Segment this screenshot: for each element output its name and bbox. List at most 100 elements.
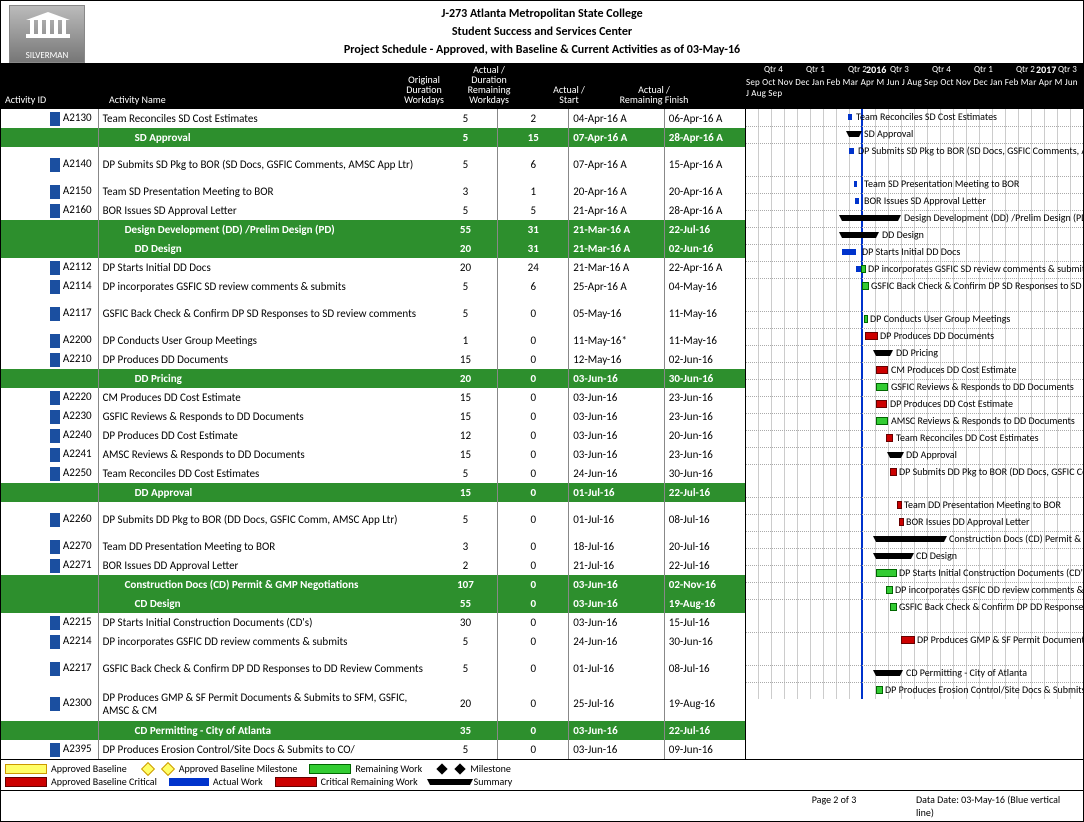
legend-milestone: Milestone bbox=[470, 762, 511, 775]
col-rem-start: Actual / Start bbox=[523, 83, 615, 107]
table-row: A2230GSFIC Reviews & Responds to DD Docu… bbox=[1, 407, 746, 426]
gantt-row: DP Conducts User Group Meetings bbox=[746, 311, 1083, 329]
gantt-label: DD Pricing bbox=[896, 346, 938, 359]
table-row: A2140DP Submits SD Pkg to BOR (SD Docs, … bbox=[1, 147, 746, 182]
gantt-row: DP Produces Erosion Control/Site Docs & … bbox=[746, 682, 1083, 699]
gantt-bar bbox=[876, 553, 911, 559]
gantt-label: DP Submits SD Pkg to BOR (SD Docs, GSFIC… bbox=[858, 144, 1083, 157]
section-row: Construction Docs (CD) Permit & GMP Nego… bbox=[1, 575, 746, 594]
gantt-label: CD Permitting - City of Atlanta bbox=[906, 666, 1027, 679]
gantt-row: Team Reconciles SD Cost Estimates bbox=[746, 109, 1083, 127]
legend-crit-remain: Critical Remaining Work bbox=[321, 775, 418, 788]
gantt-bar bbox=[861, 265, 866, 273]
table-row: A2114DP incorporates GSFIC SD review com… bbox=[1, 277, 746, 296]
column-header: Activity ID Activity Name Original Durat… bbox=[1, 63, 1083, 109]
gantt-row: DD Design bbox=[746, 227, 1083, 245]
diamond-milestone bbox=[437, 763, 448, 774]
table-row: A2395DP Produces Erosion Control/Site Do… bbox=[1, 740, 746, 759]
swatch-remaining bbox=[309, 764, 351, 774]
gantt-row: BOR Issues SD Approval Letter bbox=[746, 193, 1083, 211]
table-row: A2210DP Produces DD Documents15012-May-1… bbox=[1, 350, 746, 369]
gantt-label: GSFIC Reviews & Responds to DD Documents bbox=[891, 380, 1074, 393]
page: SILVERMAN J-273 Atlanta Metropolitan Sta… bbox=[0, 0, 1084, 822]
gantt-bar bbox=[886, 434, 893, 442]
legend-remaining: Remaining Work bbox=[355, 762, 422, 775]
table-row: A2270Team DD Presentation Meeting to BOR… bbox=[1, 537, 746, 556]
qtr: Qtr 1 bbox=[806, 64, 825, 75]
table-row: A2271BOR Issues DD Approval Letter2021-J… bbox=[1, 556, 746, 575]
gantt-label: Team DD Presentation Meeting to BOR bbox=[904, 498, 1061, 511]
gantt-row: DP Submits DD Pkg to BOR (DD Docs, GSFIC… bbox=[746, 464, 1083, 498]
data-date-label: Data Date: 03-May-16 (Blue vertical line… bbox=[910, 791, 1083, 821]
gantt-row: AMSC Reviews & Responds to DD Documents bbox=[746, 413, 1083, 431]
gantt-row: Team DD Presentation Meeting to BOR bbox=[746, 497, 1083, 515]
legend-summary: Summary bbox=[474, 775, 513, 788]
gantt-row: Construction Docs (CD) Permit & GMP N bbox=[746, 531, 1083, 549]
section-row: CD Permitting - City of Atlanta35003-Jun… bbox=[1, 721, 746, 740]
gantt-label: DD Design bbox=[882, 228, 924, 241]
section-row: DD Approval15001-Jul-1622-Jul-16 bbox=[1, 483, 746, 502]
gantt-row: CD Design bbox=[746, 548, 1083, 566]
table-row: A2214DP incorporates GSFIC DD review com… bbox=[1, 632, 746, 651]
diamond-icon bbox=[161, 761, 175, 775]
gantt-label: CD Design bbox=[916, 549, 957, 562]
gantt-bar bbox=[876, 383, 888, 391]
schedule-title: Project Schedule - Approved, with Baseli… bbox=[1, 43, 1083, 57]
section-row: CD Design55003-Jun-1619-Aug-16 bbox=[1, 594, 746, 613]
table-row: A2217GSFIC Back Check & Confirm DP DD Re… bbox=[1, 651, 746, 686]
gantt-label: GSFIC Back Check & Confirm DP DD Respons… bbox=[899, 600, 1083, 613]
table-row: A2240DP Produces DD Cost Estimate12003-J… bbox=[1, 426, 746, 445]
table-row: A2160BOR Issues SD Approval Letter5521-A… bbox=[1, 201, 746, 220]
page-number: Page 2 of 3 bbox=[758, 791, 910, 821]
gantt-bar bbox=[849, 131, 859, 137]
diamond-icon bbox=[455, 763, 466, 774]
gantt-label: Design Development (DD) /Prelim Design (… bbox=[904, 211, 1083, 224]
year-2016: 2016 bbox=[866, 63, 886, 76]
gantt-bar bbox=[864, 315, 868, 323]
col-rem-finish: Actual / Remaining Finish bbox=[615, 83, 693, 107]
table-row: A2112DP Starts Initial DD Docs202421-Mar… bbox=[1, 258, 746, 277]
gantt-bar bbox=[886, 586, 893, 594]
gantt-row: CD Permitting - City of Atlanta bbox=[746, 665, 1083, 683]
gantt-row: DP Starts Initial DD Docs bbox=[746, 244, 1083, 262]
gantt-label: DP Produces DD Documents bbox=[880, 329, 994, 342]
gantt-label: Team Reconciles DD Cost Estimates bbox=[896, 431, 1039, 444]
gantt-bar bbox=[876, 670, 900, 676]
col-actual-dur: Actual / Duration Remaining Workdays bbox=[455, 63, 523, 107]
gantt-label: Construction Docs (CD) Permit & GMP N bbox=[949, 532, 1083, 545]
legend-actual: Actual Work bbox=[213, 775, 263, 788]
gantt-bar bbox=[865, 332, 878, 340]
gantt-row: Team Reconciles DD Cost Estimates bbox=[746, 430, 1083, 448]
gantt-label: DP Starts Initial DD Docs bbox=[862, 245, 960, 258]
gantt-row: DP incorporates GSFIC SD review comments… bbox=[746, 261, 1083, 279]
gantt-row: DP Submits SD Pkg to BOR (SD Docs, GSFIC… bbox=[746, 143, 1083, 177]
gantt-bar bbox=[842, 232, 876, 238]
footer: Page 2 of 3 Data Date: 03-May-16 (Blue v… bbox=[1, 790, 1083, 821]
legend-baseline-crit: Approved Baseline Critical bbox=[51, 775, 157, 788]
gantt-row: Design Development (DD) /Prelim Design (… bbox=[746, 210, 1083, 228]
gantt-label: DP Produces GMP & SF Permit Documents & … bbox=[917, 633, 1083, 646]
table-row: A2130Team Reconciles SD Cost Estimates52… bbox=[1, 109, 746, 128]
project-subtitle: Student Success and Services Center bbox=[1, 25, 1083, 39]
body: A2130Team Reconciles SD Cost Estimates52… bbox=[1, 109, 1083, 759]
gantt-bar bbox=[890, 603, 897, 611]
qtr: Qtr 3 bbox=[1058, 64, 1077, 75]
table-row: A2250Team Reconciles DD Cost Estimates50… bbox=[1, 464, 746, 483]
gantt-label: DP incorporates GSFIC DD review comments… bbox=[895, 583, 1083, 596]
logo: SILVERMAN bbox=[9, 5, 85, 63]
qtr: Qtr 3 bbox=[890, 64, 909, 75]
gantt-label: DP Conducts User Group Meetings bbox=[870, 312, 1010, 325]
months: Sep Oct Nov Dec Jan Feb Mar Apr M Jun J … bbox=[746, 77, 1083, 99]
gantt-label: DP Produces DD Cost Estimate bbox=[890, 397, 1013, 410]
col-activity-name: Activity Name bbox=[105, 93, 393, 107]
gantt-label: BOR Issues DD Approval Letter bbox=[906, 515, 1029, 528]
gantt-row: CM Produces DD Cost Estimate bbox=[746, 362, 1083, 380]
gantt-label: Team Reconciles SD Cost Estimates bbox=[856, 110, 997, 123]
gantt-label: GSFIC Back Check & Confirm DP SD Respons… bbox=[871, 279, 1083, 292]
qtr: Qtr 2 bbox=[1016, 64, 1035, 75]
swatch-baseline bbox=[5, 764, 47, 774]
gantt-row: DD Pricing bbox=[746, 345, 1083, 363]
building-icon bbox=[24, 12, 72, 42]
gantt-bar bbox=[876, 366, 888, 374]
table-row: A2300DP Produces GMP & SF Permit Documen… bbox=[1, 686, 746, 721]
